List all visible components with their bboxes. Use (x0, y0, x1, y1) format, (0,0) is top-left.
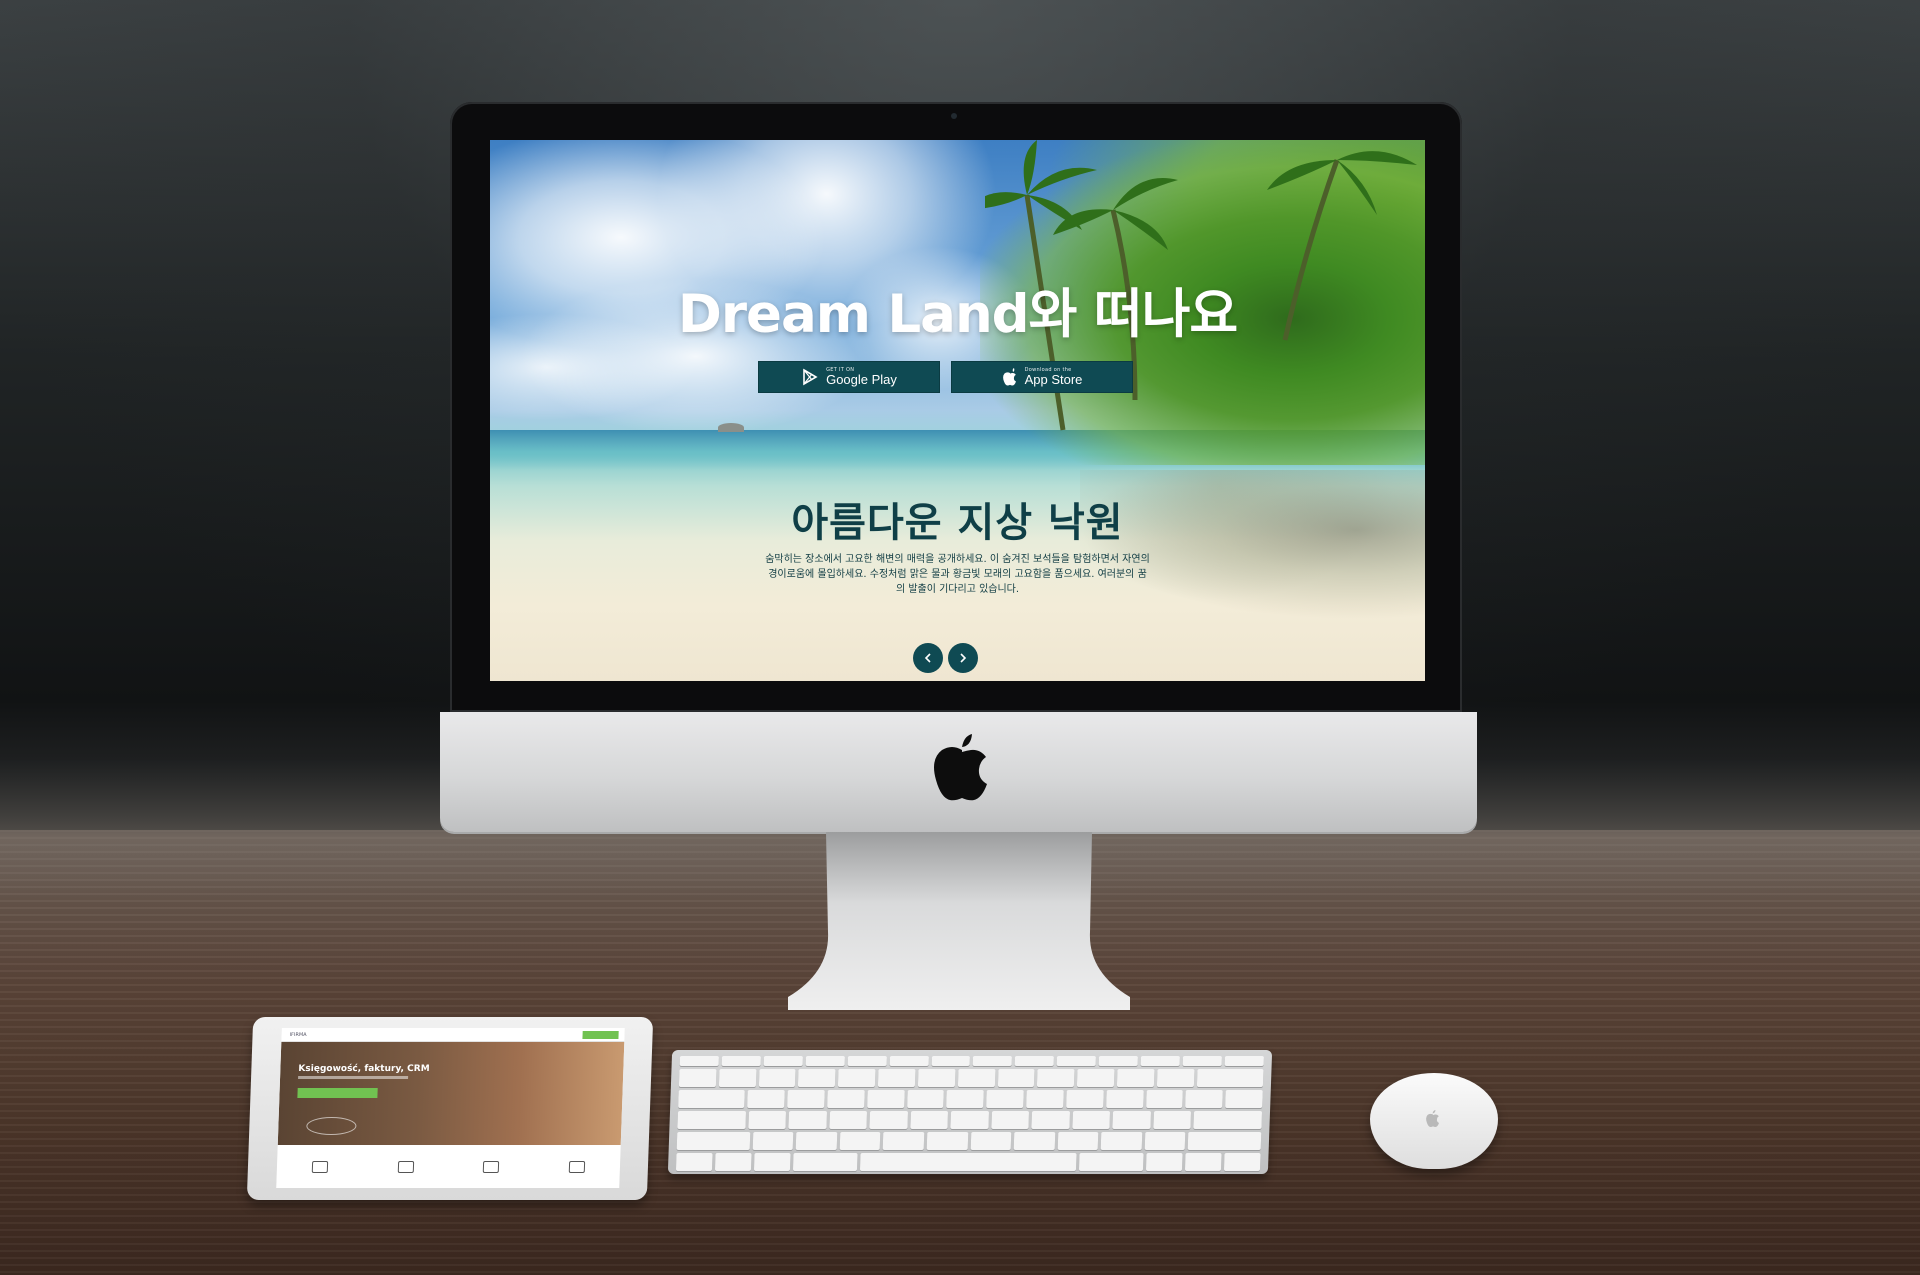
ipad-screen: IFIRMA Księgowość, faktury, CRM (276, 1028, 625, 1188)
ipad-site-hero-button (297, 1088, 378, 1098)
ipad-site-features (276, 1145, 621, 1188)
google-play-label: Google Play (826, 372, 897, 387)
apple-icon (1002, 368, 1016, 386)
section-title: 아름다운 지상 낙원 (791, 500, 1124, 546)
chevron-right-icon (960, 653, 967, 663)
slider-prev-button[interactable] (913, 643, 943, 673)
magic-mouse (1370, 1073, 1498, 1169)
section-description: 숨막히는 장소에서 고요한 해변의 매력을 공개하세요. 이 숨겨진 보석들을 … (765, 554, 1150, 595)
slider-navigation (913, 643, 978, 673)
website-screen: Dream Land와 떠나요 GET IT ON Google Play Do… (490, 140, 1425, 681)
app-store-label: App Store (1024, 372, 1083, 387)
laptop-icon (311, 1160, 329, 1173)
google-play-small-label: GET IT ON (826, 367, 855, 373)
camera-icon (951, 113, 957, 119)
apple-logo-icon (934, 734, 987, 801)
slider-next-button[interactable] (948, 643, 978, 673)
thumbs-up-icon (397, 1160, 414, 1173)
keyboard (667, 1050, 1273, 1174)
google-play-icon (803, 368, 818, 386)
distant-island (718, 423, 744, 432)
imac-stand (788, 832, 1130, 1010)
chevron-left-icon (924, 653, 931, 663)
google-play-button[interactable]: GET IT ON Google Play (758, 361, 940, 393)
ipad-site-hero-title: Księgowość, faktury, CRM (298, 1064, 430, 1074)
app-store-button[interactable]: Download on the App Store (951, 361, 1133, 393)
google-play-text: GET IT ON Google Play (826, 367, 897, 387)
app-store-text: Download on the App Store (1024, 367, 1083, 387)
ipad-site-award-badge (306, 1117, 357, 1135)
app-store-buttons: GET IT ON Google Play Download on the Ap… (758, 361, 1158, 393)
ipad: IFIRMA Księgowość, faktury, CRM (246, 1017, 654, 1200)
pencil-icon (483, 1160, 500, 1173)
mouse-apple-logo-icon (1426, 1110, 1439, 1127)
ipad-site-hero: Księgowość, faktury, CRM (277, 1042, 625, 1145)
ipad-site-navbar: IFIRMA (281, 1028, 625, 1042)
ipad-site-hero-subtitle (298, 1076, 409, 1079)
ipad-site-cta-button (582, 1031, 619, 1039)
people-icon (568, 1160, 586, 1173)
hero-title: Dream Land와 떠나요 (677, 284, 1238, 345)
ipad-site-logo: IFIRMA (289, 1031, 307, 1038)
photo-scene: Dream Land와 떠나요 GET IT ON Google Play Do… (0, 0, 1920, 1275)
app-store-small-label: Download on the (1024, 367, 1072, 373)
